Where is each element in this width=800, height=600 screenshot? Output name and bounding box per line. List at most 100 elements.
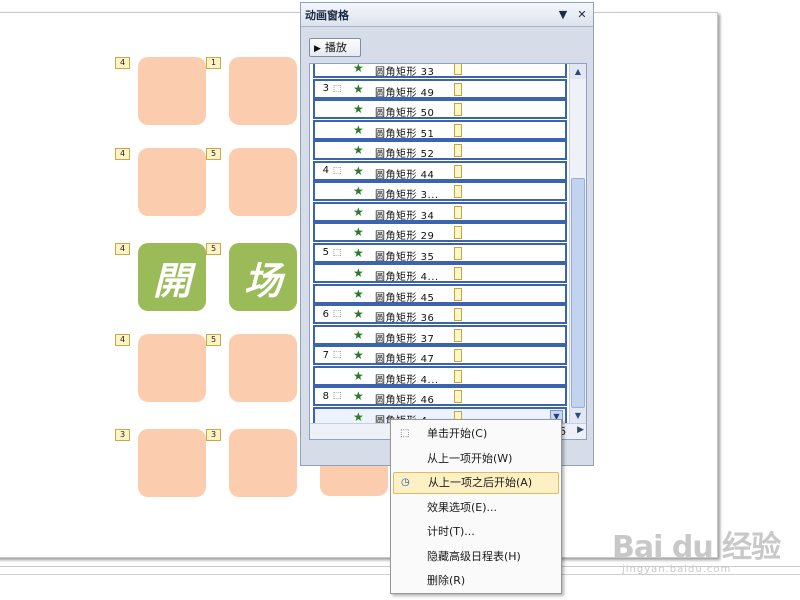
animation-order-badge: 4 bbox=[115, 148, 130, 160]
menu-item[interactable]: 计时(T)... bbox=[393, 521, 559, 543]
animation-row[interactable]: ★ 圆角矩形 50 bbox=[313, 99, 567, 119]
effect-star-icon: ★ bbox=[353, 81, 364, 96]
timing-bar bbox=[454, 185, 462, 198]
effect-star-icon: ★ bbox=[353, 143, 364, 157]
close-icon[interactable]: ✕ bbox=[574, 7, 590, 23]
animation-pane: 动画窗格 ▼ ✕ ▶ 播放 ★ 圆角矩形 33 3 ⬚ ★ 圆角矩形 49 ★ 圆角矩形 50 ★… bbox=[300, 2, 594, 466]
scroll-down-icon[interactable]: ▼ bbox=[570, 408, 586, 423]
row-label: 圆角矩形 4... bbox=[375, 272, 439, 283]
effect-star-icon: ★ bbox=[353, 225, 364, 239]
effect-star-icon: ★ bbox=[353, 163, 364, 178]
menu-item-label: 隐藏高级日程表(H) bbox=[427, 549, 521, 563]
clock-icon: ◷ bbox=[401, 477, 410, 488]
timing-bar bbox=[454, 267, 462, 280]
animation-row[interactable]: ★ 圆角矩形 45 bbox=[313, 283, 567, 304]
effect-star-icon: ★ bbox=[353, 389, 364, 403]
animation-list[interactable]: ★ 圆角矩形 33 3 ⬚ ★ 圆角矩形 49 ★ 圆角矩形 50 ★ 圆角矩形 51 ★ 圆角矩形 … bbox=[309, 63, 587, 440]
row-label: 圆角矩形 45 bbox=[375, 292, 435, 304]
row-label: 圆角矩形 51 bbox=[375, 128, 435, 140]
row-label: 圆角矩形 35 bbox=[375, 251, 435, 263]
row-label: 圆角矩形 3... bbox=[375, 190, 439, 201]
animation-row[interactable]: ★ 圆角矩形 37 bbox=[313, 324, 567, 345]
rounded-rect-tile[interactable] bbox=[138, 148, 206, 216]
effect-star-icon: ★ bbox=[353, 184, 364, 198]
baidu-jingyan-watermark: Bai du 经验 jingyan.baidu.com bbox=[612, 522, 792, 582]
row-label: 圆角矩形 29 bbox=[375, 231, 435, 242]
menu-item-label: 从上一项之后开始(A) bbox=[428, 476, 533, 489]
row-order-number: 5 bbox=[322, 247, 329, 258]
effect-star-icon: ★ bbox=[353, 286, 364, 301]
watermark-logo: Bai du 经验 bbox=[612, 530, 781, 565]
rounded-rect-tile[interactable] bbox=[229, 148, 297, 216]
timing-bar bbox=[454, 64, 462, 75]
menu-item[interactable]: ⬚ 单击开始(C) bbox=[393, 423, 559, 445]
rounded-rect-tile[interactable] bbox=[229, 57, 297, 125]
animation-row[interactable]: 7 ⬚ ★ 圆角矩形 47 bbox=[313, 345, 567, 365]
mouse-icon: ⬚ bbox=[332, 247, 342, 258]
animation-list-items: ★ 圆角矩形 33 3 ⬚ ★ 圆角矩形 49 ★ 圆角矩形 50 ★ 圆角矩形 51 ★ 圆角矩形 … bbox=[313, 64, 567, 427]
timing-bar bbox=[454, 349, 462, 362]
animation-row[interactable]: 4 ⬚ ★ 圆角矩形 44 bbox=[313, 160, 567, 181]
effect-star-icon: ★ bbox=[353, 368, 364, 383]
menu-item[interactable]: ◷ 从上一项之后开始(A) bbox=[393, 472, 559, 494]
timing-bar bbox=[454, 308, 462, 321]
row-label: 圆角矩形 52 bbox=[375, 149, 435, 160]
rounded-rect-tile[interactable] bbox=[229, 429, 297, 497]
row-label: 圆角矩形 44 bbox=[375, 169, 435, 181]
mouse-icon: ⬚ bbox=[332, 391, 342, 401]
timing-bar bbox=[454, 82, 462, 96]
animation-row[interactable]: ★ 圆角矩形 3... bbox=[313, 181, 567, 201]
animation-row[interactable]: 8 ⬚ ★ 圆角矩形 46 bbox=[313, 386, 567, 406]
title-tile-kai[interactable]: 開 bbox=[138, 243, 206, 311]
chevron-down-icon[interactable]: ▼ bbox=[555, 7, 571, 23]
menu-item[interactable]: 删除(R) bbox=[393, 570, 559, 592]
effect-star-icon: ★ bbox=[353, 266, 364, 280]
rounded-rect-tile[interactable] bbox=[229, 334, 297, 402]
effect-star-icon: ★ bbox=[353, 307, 364, 321]
animation-row[interactable]: 6 ⬚ ★ 圆角矩形 36 bbox=[313, 304, 567, 324]
timing-bar bbox=[454, 205, 462, 219]
effect-star-icon: ★ bbox=[353, 102, 364, 116]
animation-row[interactable]: ★ 圆角矩形 52 bbox=[313, 140, 567, 160]
row-label: 圆角矩形 36 bbox=[375, 313, 435, 324]
row-order-number: 3 bbox=[322, 83, 329, 94]
watermark-url: jingyan.baidu.com bbox=[622, 564, 732, 575]
animation-row[interactable]: ★ 圆角矩形 33 bbox=[313, 64, 567, 78]
menu-item-label: 计时(T)... bbox=[427, 525, 475, 538]
menu-item[interactable]: 隐藏高级日程表(H) bbox=[393, 546, 559, 568]
rounded-rect-tile[interactable] bbox=[138, 57, 206, 125]
animation-row[interactable]: ★ 圆角矩形 4... bbox=[313, 263, 567, 283]
vertical-scrollbar[interactable]: ▲ ▼ bbox=[569, 64, 586, 423]
play-button[interactable]: ▶ 播放 bbox=[309, 38, 361, 57]
rounded-rect-tile[interactable] bbox=[138, 334, 206, 402]
menu-item[interactable]: 从上一项开始(W) bbox=[393, 448, 559, 470]
scroll-thumb[interactable] bbox=[571, 178, 585, 408]
timing-bar bbox=[454, 369, 462, 383]
menu-item-label: 从上一项开始(W) bbox=[427, 451, 513, 465]
menu-item-label: 单击开始(C) bbox=[427, 427, 488, 440]
animation-row[interactable]: ★ 圆角矩形 4... bbox=[313, 365, 567, 386]
scroll-right-icon[interactable]: ▶ bbox=[577, 425, 584, 435]
row-label: 圆角矩形 49 bbox=[375, 87, 435, 99]
menu-item[interactable]: 效果选项(E)... bbox=[393, 497, 559, 519]
animation-row[interactable]: 5 ⬚ ★ 圆角矩形 35 bbox=[313, 242, 567, 263]
title-tile-chang[interactable]: 场 bbox=[229, 243, 297, 311]
row-order-number: 6 bbox=[322, 308, 329, 320]
timing-bar bbox=[454, 246, 462, 260]
timing-bar bbox=[454, 103, 462, 116]
effect-star-icon: ★ bbox=[353, 348, 364, 362]
timing-bar bbox=[454, 123, 462, 137]
animation-row[interactable]: ★ 圆角矩形 34 bbox=[313, 201, 567, 222]
timing-bar bbox=[454, 226, 462, 239]
row-order-number: 8 bbox=[322, 390, 329, 402]
rounded-rect-tile[interactable] bbox=[138, 429, 206, 497]
animation-row[interactable]: ★ 圆角矩形 51 bbox=[313, 119, 567, 140]
mouse-icon: ⬚ bbox=[332, 165, 342, 176]
menu-item-label: 删除(R) bbox=[427, 574, 466, 587]
row-order-number: 4 bbox=[322, 165, 329, 176]
animation-row[interactable]: ★ 圆角矩形 29 bbox=[313, 222, 567, 242]
row-label: 圆角矩形 4... bbox=[375, 374, 439, 386]
animation-row[interactable]: 3 ⬚ ★ 圆角矩形 49 bbox=[313, 78, 567, 99]
scroll-up-icon[interactable]: ▲ bbox=[570, 64, 586, 79]
play-label: 播放 bbox=[324, 41, 347, 54]
